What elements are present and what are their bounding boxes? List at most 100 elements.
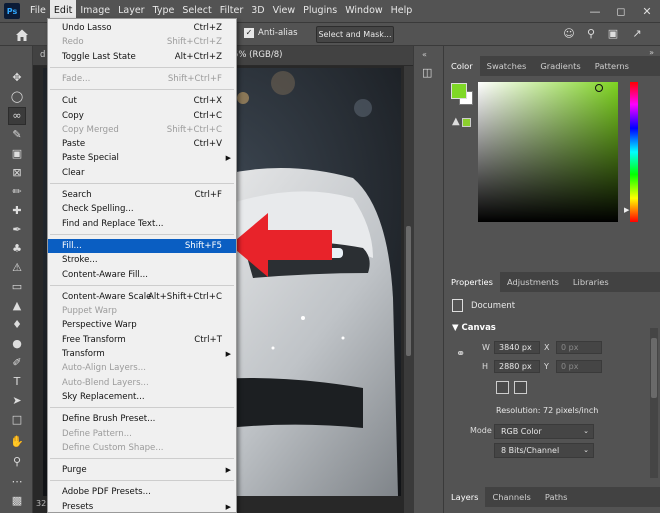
home-icon[interactable]: [14, 27, 30, 43]
workspace-icon[interactable]: ▣: [606, 27, 620, 41]
select-and-mask-button[interactable]: Select and Mask...: [316, 26, 394, 43]
canvas-section-heading[interactable]: ▼ Canvas: [452, 323, 496, 333]
menu-3d[interactable]: 3D: [247, 0, 268, 22]
menu-item-copy-merged[interactable]: Copy Merged Shift+Ctrl+C: [48, 123, 236, 137]
portrait-orientation-icon[interactable]: [496, 381, 509, 394]
x-field[interactable]: 0 px: [556, 341, 602, 354]
menu-item-stroke[interactable]: Stroke...: [48, 253, 236, 267]
menu-item-undo-lasso[interactable]: Undo Lasso Ctrl+Z: [48, 21, 236, 35]
menu-item-paste-special[interactable]: Paste Special ▶: [48, 151, 236, 165]
zoom-status[interactable]: 32: [36, 499, 46, 508]
menu-help[interactable]: Help: [387, 0, 417, 22]
tab-libraries[interactable]: Libraries: [566, 272, 616, 292]
gamut-color-swatch[interactable]: [462, 118, 471, 127]
menu-item-toggle-last-state[interactable]: Toggle Last State Alt+Ctrl+Z: [48, 50, 236, 64]
tab-swatches[interactable]: Swatches: [480, 56, 534, 76]
mode-select[interactable]: RGB Color ⌄: [494, 424, 594, 439]
menu-item-auto-align-layers[interactable]: Auto-Align Layers...: [48, 361, 236, 375]
menu-item-define-pattern[interactable]: Define Pattern...: [48, 427, 236, 441]
tab-channels[interactable]: Channels: [485, 487, 537, 507]
menu-item-redo[interactable]: Redo Shift+Ctrl+Z: [48, 35, 236, 49]
history-brush-tool-icon[interactable]: ⚠: [9, 260, 25, 276]
blur-tool-icon[interactable]: ♦: [9, 317, 25, 333]
scrollbar-thumb[interactable]: [406, 226, 411, 356]
color-picker-marker[interactable]: [595, 84, 603, 92]
minimize-icon[interactable]: —: [582, 0, 608, 22]
more-tools-icon[interactable]: ⋯: [9, 474, 25, 490]
menu-item-find-and-replace-text[interactable]: Find and Replace Text...: [48, 217, 236, 231]
tab-layers[interactable]: Layers: [444, 487, 486, 507]
tab-adjustments[interactable]: Adjustments: [500, 272, 566, 292]
zoom-tool-icon[interactable]: ⚲: [9, 454, 25, 470]
close-icon[interactable]: ✕: [634, 0, 660, 22]
menu-item-transform[interactable]: Transform ▶: [48, 347, 236, 361]
menu-item-content-aware-fill[interactable]: Content-Aware Fill...: [48, 268, 236, 282]
tab-color[interactable]: Color: [444, 56, 480, 76]
menu-window[interactable]: Window: [341, 0, 386, 22]
rectangle-tool-icon[interactable]: □: [9, 412, 25, 428]
tab-paths[interactable]: Paths: [538, 487, 575, 507]
menu-item-check-spelling[interactable]: Check Spelling...: [48, 202, 236, 216]
share-icon[interactable]: ↗: [630, 27, 644, 41]
menu-item-perspective-warp[interactable]: Perspective Warp: [48, 318, 236, 332]
path-selection-tool-icon[interactable]: ➤: [9, 393, 25, 409]
menu-item-presets[interactable]: Presets ▶: [48, 500, 236, 513]
menu-item-purge[interactable]: Purge ▶: [48, 463, 236, 477]
menu-item-fade[interactable]: Fade... Shift+Ctrl+F: [48, 72, 236, 86]
color-swatch-icon[interactable]: ▩: [9, 493, 25, 509]
user-search-icon[interactable]: ☺: [562, 27, 576, 41]
link-dimensions-icon[interactable]: ⚭: [456, 347, 465, 360]
healing-brush-tool-icon[interactable]: ✚: [9, 203, 25, 219]
color-picker-field[interactable]: [478, 82, 618, 222]
tab-gradients[interactable]: Gradients: [533, 56, 587, 76]
crop-tool-icon[interactable]: ▣: [9, 146, 25, 162]
menu-item-define-custom-shape[interactable]: Define Custom Shape...: [48, 441, 236, 455]
properties-scrollbar-thumb[interactable]: [651, 338, 657, 398]
gradient-tool-icon[interactable]: ▲: [9, 298, 25, 314]
document-scrollbar[interactable]: [404, 66, 413, 513]
collapse-arrows-icon[interactable]: «: [422, 50, 427, 59]
brush-tool-icon[interactable]: ✒: [9, 222, 25, 238]
menu-item-clear[interactable]: Clear: [48, 166, 236, 180]
menu-item-adobe-pdf-presets[interactable]: Adobe PDF Presets...: [48, 485, 236, 499]
maximize-icon[interactable]: ◻: [608, 0, 634, 22]
tab-properties[interactable]: Properties: [444, 272, 500, 292]
menu-item-auto-blend-layers[interactable]: Auto-Blend Layers...: [48, 376, 236, 390]
pen-tool-icon[interactable]: ✐: [9, 355, 25, 371]
hue-slider-marker[interactable]: ▶: [624, 206, 629, 214]
menu-item-copy[interactable]: Copy Ctrl+C: [48, 109, 236, 123]
menu-item-content-aware-scale[interactable]: Content-Aware Scale Alt+Shift+Ctrl+C: [48, 290, 236, 304]
properties-scrollbar[interactable]: [650, 328, 658, 478]
dodge-tool-icon[interactable]: ●: [9, 336, 25, 352]
menu-plugins[interactable]: Plugins: [299, 0, 341, 22]
object-selection-tool-icon[interactable]: ✎: [9, 127, 25, 143]
landscape-orientation-icon[interactable]: [514, 381, 527, 394]
anti-alias-checkbox[interactable]: ✓: [244, 28, 254, 38]
anti-alias-option[interactable]: ✓ Anti-alias: [244, 28, 298, 38]
eyedropper-tool-icon[interactable]: ✏: [9, 184, 25, 200]
frame-tool-icon[interactable]: ⊠: [9, 165, 25, 181]
menu-item-puppet-warp[interactable]: Puppet Warp: [48, 304, 236, 318]
menu-item-paste[interactable]: Paste Ctrl+V: [48, 137, 236, 151]
marquee-tool-icon[interactable]: ◯: [9, 89, 25, 105]
y-field[interactable]: 0 px: [556, 360, 602, 373]
eraser-tool-icon[interactable]: ▭: [9, 279, 25, 295]
search-icon[interactable]: ⚲: [584, 27, 598, 41]
height-field[interactable]: 2880 px: [494, 360, 540, 373]
menu-view[interactable]: View: [269, 0, 300, 22]
hue-slider[interactable]: [630, 82, 638, 222]
lasso-tool-icon[interactable]: ∞: [8, 107, 26, 125]
type-tool-icon[interactable]: T: [9, 374, 25, 390]
menu-item-define-brush-preset[interactable]: Define Brush Preset...: [48, 412, 236, 426]
hand-tool-icon[interactable]: ✋: [9, 434, 25, 450]
menu-item-search[interactable]: Search Ctrl+F: [48, 188, 236, 202]
menu-item-cut[interactable]: Cut Ctrl+X: [48, 94, 236, 108]
menu-item-sky-replacement[interactable]: Sky Replacement...: [48, 390, 236, 404]
menu-item-free-transform[interactable]: Free Transform Ctrl+T: [48, 333, 236, 347]
tab-patterns[interactable]: Patterns: [588, 56, 636, 76]
width-field[interactable]: 3840 px: [494, 341, 540, 354]
menu-item-fill[interactable]: Fill... Shift+F5: [48, 238, 236, 253]
clone-stamp-tool-icon[interactable]: ♣: [9, 241, 25, 257]
bit-depth-select[interactable]: 8 Bits/Channel ⌄: [494, 443, 594, 458]
foreground-color-swatch[interactable]: [451, 83, 467, 99]
